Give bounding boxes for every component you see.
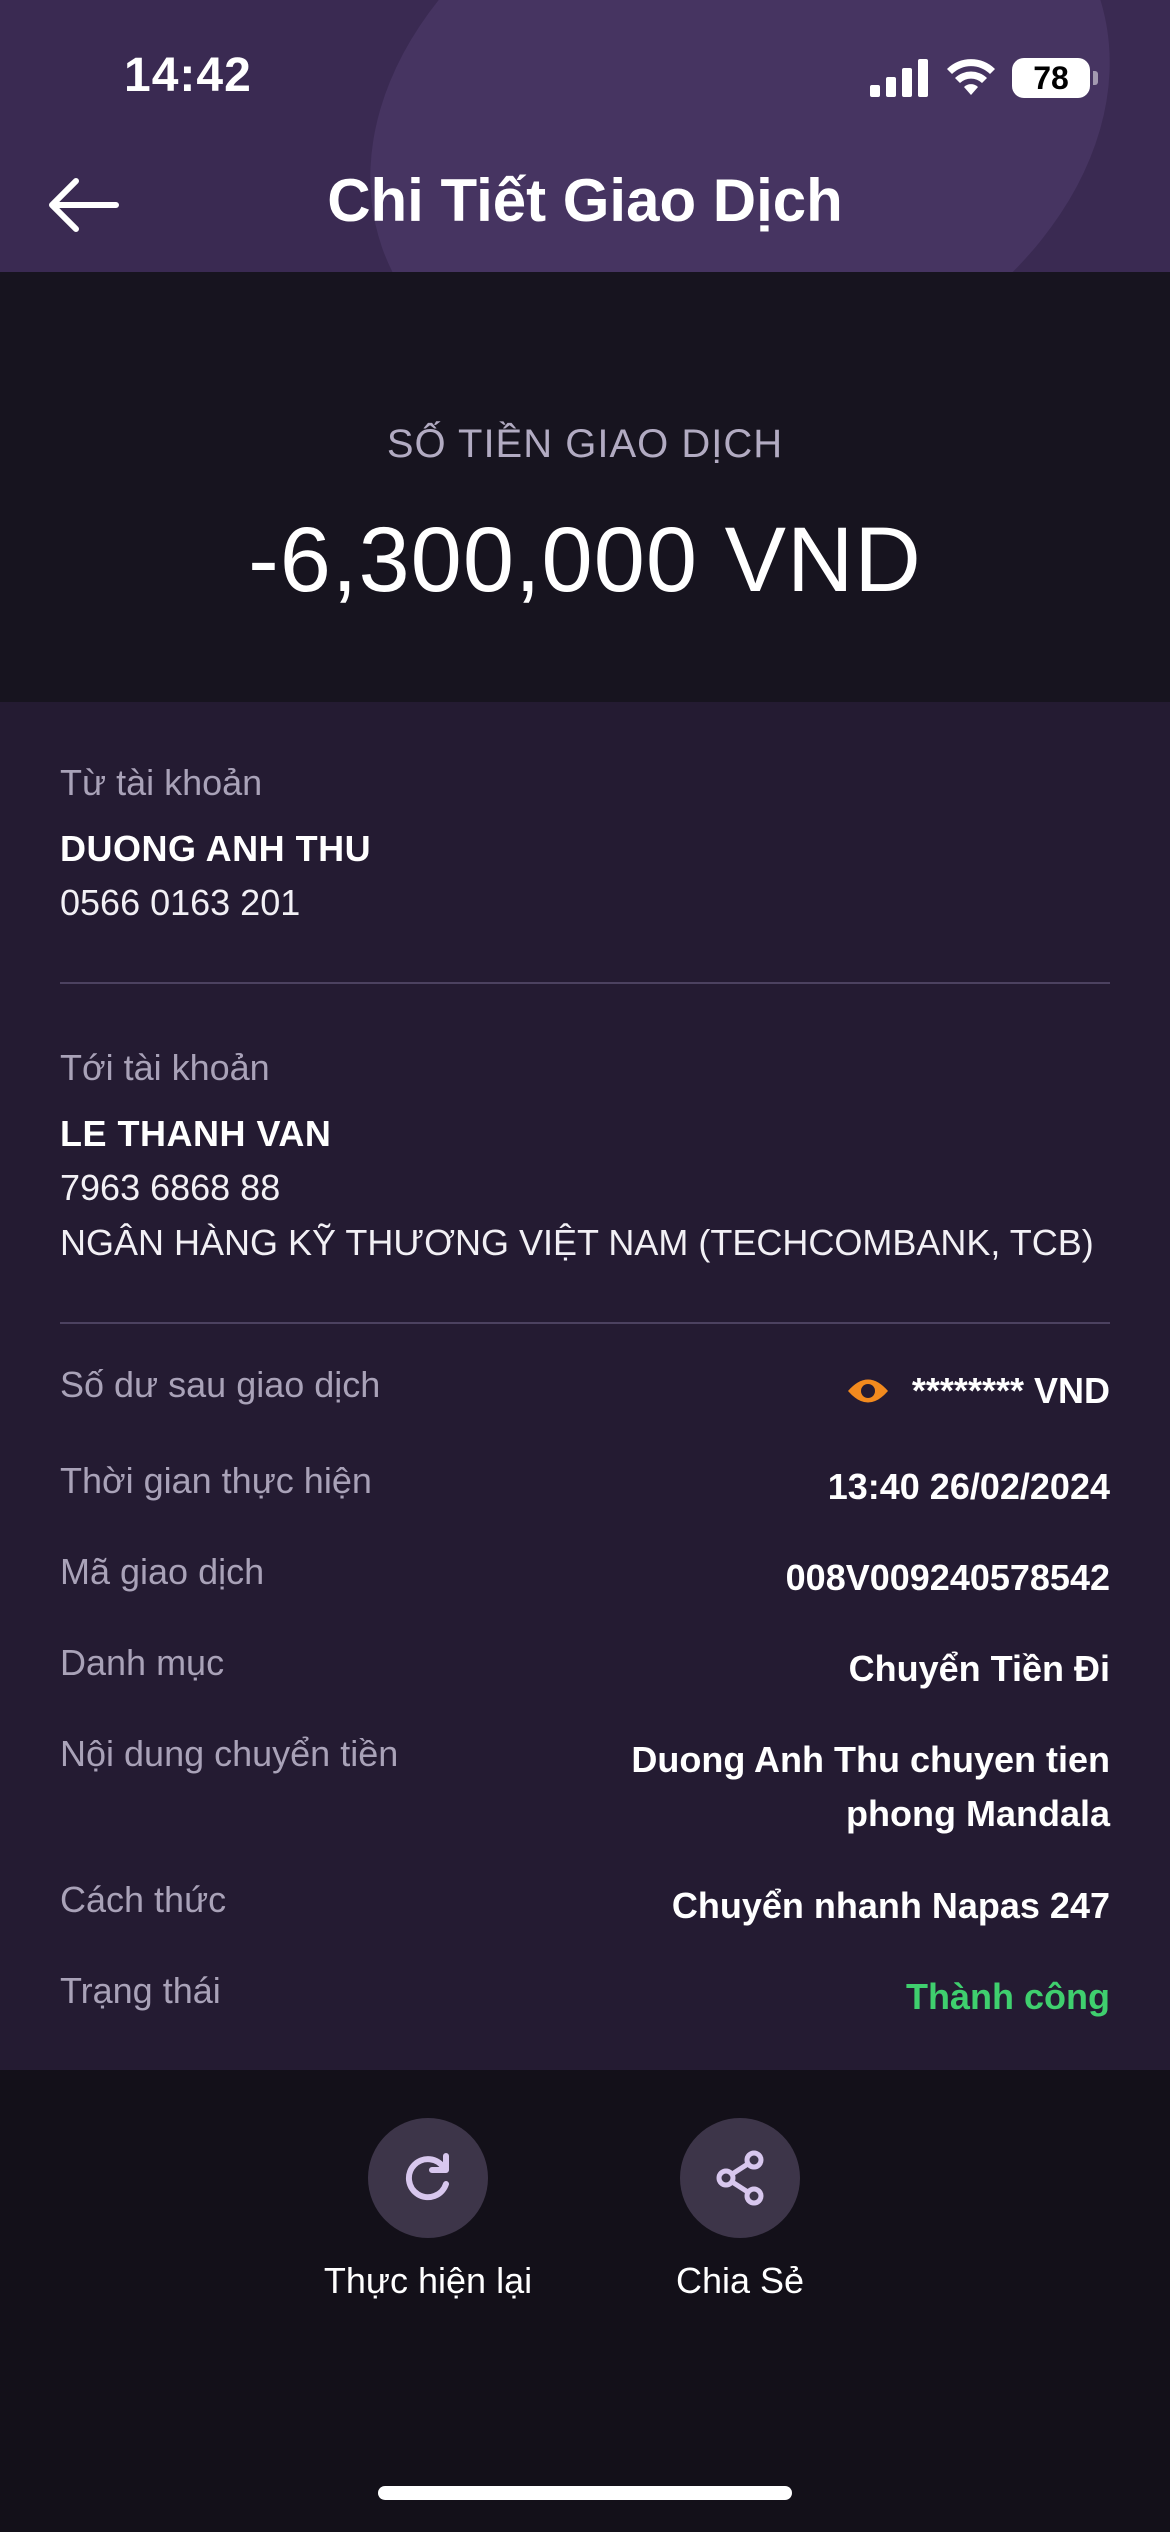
- transaction-code-row: Mã giao dịch 008V009240578542: [60, 1551, 1110, 1605]
- share-button[interactable]: Chia Sẻ: [590, 2118, 890, 2302]
- home-indicator[interactable]: [378, 2486, 792, 2500]
- redo-circle[interactable]: [368, 2118, 488, 2238]
- share-icon: [716, 2150, 764, 2206]
- action-bar: Thực hiện lại Chia Sẻ: [0, 2070, 1170, 2532]
- status-label: Trạng thái: [60, 1970, 221, 2011]
- content-row: Nội dung chuyển tiền Duong Anh Thu chuye…: [60, 1733, 1110, 1841]
- time-value: 13:40 26/02/2024: [827, 1466, 1110, 1507]
- refresh-icon: [405, 2153, 449, 2201]
- eye-icon[interactable]: [846, 1374, 890, 1408]
- wifi-icon: [947, 59, 995, 95]
- balance-label: Số dư sau giao dịch: [60, 1364, 381, 1405]
- divider: [60, 1322, 1110, 1324]
- from-account-name: DUONG ANH THU: [60, 828, 372, 869]
- from-account-number: 0566 0163 201: [60, 882, 301, 923]
- amount-label: SỐ TIỀN GIAO DỊCH: [386, 422, 784, 466]
- amount-value: -6,300,000 VND: [248, 509, 922, 611]
- content-label: Nội dung chuyển tiền: [60, 1733, 399, 1774]
- balance-value: ******** VND: [911, 1370, 1110, 1411]
- time-row: Thời gian thực hiện 13:40 26/02/2024: [60, 1460, 1110, 1514]
- transaction-details: Từ tài khoản DUONG ANH THU 0566 0163 201…: [0, 702, 1170, 2070]
- to-account-number: 7963 6868 88: [60, 1167, 281, 1208]
- status-row: Trạng thái Thành công: [60, 1970, 1110, 2024]
- method-value: Chuyển nhanh Napas 247: [671, 1885, 1110, 1926]
- divider: [60, 982, 1110, 984]
- content-value-line1: Duong Anh Thu chuyen tien: [631, 1739, 1110, 1780]
- from-account-label: Từ tài khoản: [60, 762, 263, 803]
- header: 14:42 78 Chi Tiết Giao Dịch: [0, 0, 1170, 272]
- category-row: Danh mục Chuyển Tiền Đi: [60, 1642, 1110, 1696]
- method-row: Cách thức Chuyển nhanh Napas 247: [60, 1879, 1110, 1933]
- content-value: Duong Anh Thu chuyen tien phong Mandala: [631, 1733, 1110, 1841]
- status-icons: 78: [870, 56, 1098, 100]
- to-account-name: LE THANH VAN: [60, 1113, 332, 1154]
- transaction-code-value: 008V009240578542: [785, 1557, 1110, 1598]
- amount-section: SỐ TIỀN GIAO DỊCH -6,300,000 VND: [0, 272, 1170, 702]
- balance-value-group: ******** VND: [846, 1364, 1110, 1418]
- page-title: Chi Tiết Giao Dịch: [327, 167, 843, 234]
- battery-indicator: 78: [1012, 58, 1098, 98]
- redo-button[interactable]: Thực hiện lại: [278, 2118, 578, 2302]
- to-account-label: Tới tài khoản: [60, 1047, 270, 1088]
- status-time: 14:42: [124, 49, 252, 102]
- category-label: Danh mục: [60, 1642, 225, 1683]
- category-value: Chuyển Tiền Đi: [848, 1648, 1110, 1689]
- share-circle[interactable]: [680, 2118, 800, 2238]
- share-label: Chia Sẻ: [675, 2260, 805, 2301]
- redo-label: Thực hiện lại: [323, 2260, 533, 2301]
- to-account-bank: NGÂN HÀNG KỸ THƯƠNG VIỆT NAM (TECHCOMBAN…: [60, 1222, 1094, 1263]
- cellular-signal-icon: [870, 59, 928, 97]
- time-label: Thời gian thực hiện: [60, 1460, 372, 1501]
- content-value-line2: phong Mandala: [846, 1793, 1110, 1834]
- balance-row: Số dư sau giao dịch ******** VND: [60, 1364, 1110, 1418]
- status-value: Thành công: [906, 1976, 1110, 2017]
- method-label: Cách thức: [60, 1879, 227, 1920]
- transaction-code-label: Mã giao dịch: [60, 1551, 265, 1592]
